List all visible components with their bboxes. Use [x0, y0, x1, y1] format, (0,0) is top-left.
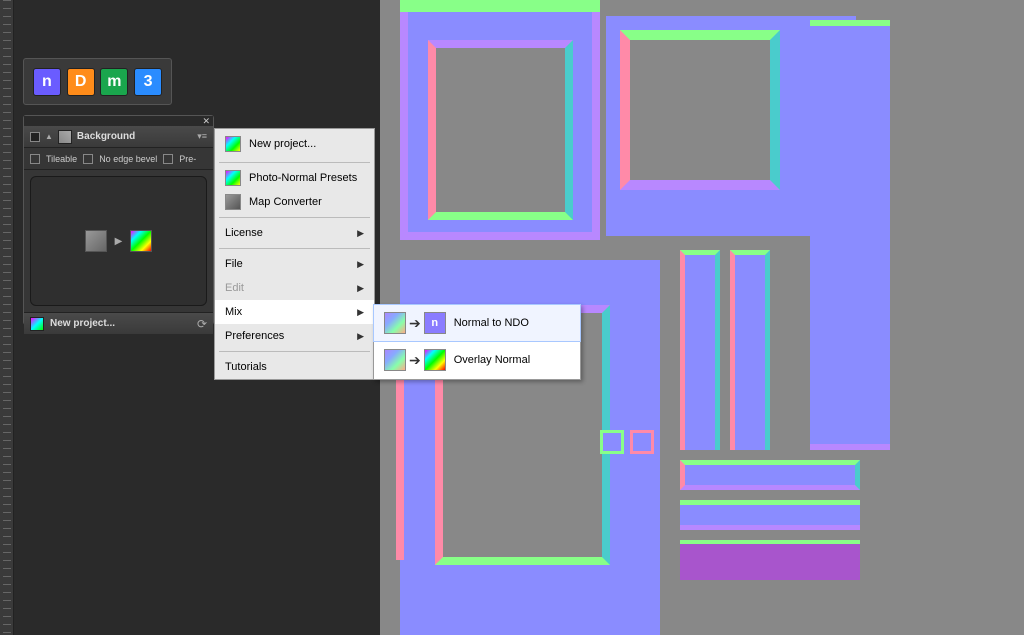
menu-label: Mix [225, 306, 242, 318]
menu-new-project[interactable]: New project... [215, 129, 374, 159]
menu-label: New project... [249, 138, 316, 150]
app-toolbar: n D m 3 [23, 58, 172, 105]
normal-thumb-icon [384, 312, 406, 334]
normal-to-ndo-icon-group: ➔ n [384, 312, 446, 334]
menu-map-converter[interactable]: Map Converter [215, 190, 374, 214]
ndo-thumb-icon: n [424, 312, 446, 334]
layer-expand-icon[interactable]: ▲ [45, 132, 53, 141]
layer-panel-header: ✕ [24, 116, 213, 126]
submenu-arrow-icon: ▶ [357, 259, 364, 270]
menu-separator [219, 351, 370, 352]
menu-preferences[interactable]: Preferences ▶ [215, 324, 374, 348]
submenu-arrow-icon: ▶ [357, 283, 364, 294]
new-project-row[interactable]: New project... ⟳ [24, 312, 213, 334]
menu-photo-normal-presets[interactable]: Photo-Normal Presets [215, 166, 374, 190]
pre-label: Pre- [179, 154, 196, 164]
submenu-label: Normal to NDO [454, 317, 529, 329]
overlay-normal-icon-group: ➔ [384, 349, 446, 371]
layer-menu-button[interactable]: ▾≡ [197, 131, 207, 142]
tool-m-button[interactable]: m [100, 68, 128, 96]
new-project-label: New project... [50, 318, 115, 329]
submenu-normal-to-ndo[interactable]: ➔ n Normal to NDO [373, 304, 581, 342]
menu-license[interactable]: License ▶ [215, 221, 374, 245]
layer-row-background[interactable]: ▲ Background ▾≡ [24, 126, 213, 148]
menu-tutorials[interactable]: Tutorials [215, 355, 374, 379]
no-edge-bevel-checkbox[interactable] [83, 154, 93, 164]
submenu-arrow-icon: ▶ [357, 228, 364, 239]
menu-label: Map Converter [249, 196, 322, 208]
preview-source-thumb[interactable] [85, 230, 107, 252]
submenu-arrow-icon: ▶ [357, 307, 364, 318]
new-project-icon [225, 136, 241, 152]
submenu-arrow-icon: ▶ [357, 331, 364, 342]
new-project-icon [30, 317, 44, 331]
menu-separator [219, 248, 370, 249]
no-edge-bevel-label: No edge bevel [99, 154, 157, 164]
menu-label: Edit [225, 282, 244, 294]
pre-checkbox[interactable] [163, 154, 173, 164]
menu-edit[interactable]: Edit ▶ [215, 276, 374, 300]
arrow-right-icon: ➔ [409, 315, 421, 332]
tool-ndo-button[interactable]: n [33, 68, 61, 96]
submenu-overlay-normal[interactable]: ➔ Overlay Normal [374, 341, 580, 379]
layer-name-label: Background [77, 131, 135, 142]
preview-arrow-icon: ▶ [115, 236, 123, 247]
context-menu: New project... Photo-Normal Presets Map … [214, 128, 375, 380]
normal-thumb-icon [384, 349, 406, 371]
tileable-checkbox[interactable] [30, 154, 40, 164]
mix-submenu: ➔ n Normal to NDO ➔ Overlay Normal [373, 304, 581, 380]
menu-separator [219, 217, 370, 218]
layer-visibility-checkbox[interactable] [30, 132, 40, 142]
vertical-ruler [0, 0, 14, 635]
menu-label: Tutorials [225, 361, 267, 373]
preview-area: ▶ [30, 176, 207, 306]
layer-options-row: Tileable No edge bevel Pre- [24, 148, 213, 170]
menu-separator [219, 162, 370, 163]
preview-result-thumb[interactable] [130, 230, 152, 252]
arrow-right-icon: ➔ [409, 352, 421, 369]
photo-normal-icon [225, 170, 241, 186]
layer-panel: ✕ ▲ Background ▾≡ Tileable No edge bevel… [23, 115, 214, 325]
menu-mix[interactable]: Mix ▶ [215, 300, 374, 324]
tool-3do-button[interactable]: 3 [134, 68, 162, 96]
menu-file[interactable]: File ▶ [215, 252, 374, 276]
tileable-label: Tileable [46, 154, 77, 164]
reload-icon[interactable]: ⟳ [197, 317, 207, 331]
menu-label: Preferences [225, 330, 284, 342]
submenu-label: Overlay Normal [454, 354, 530, 366]
tool-ddo-button[interactable]: D [67, 68, 95, 96]
menu-label: License [225, 227, 263, 239]
overlay-thumb-icon [424, 349, 446, 371]
menu-label: Photo-Normal Presets [249, 172, 357, 184]
layer-panel-close-icon[interactable]: ✕ [202, 116, 210, 127]
menu-label: File [225, 258, 243, 270]
map-converter-icon [225, 194, 241, 210]
layer-thumbnail-icon [58, 130, 72, 144]
